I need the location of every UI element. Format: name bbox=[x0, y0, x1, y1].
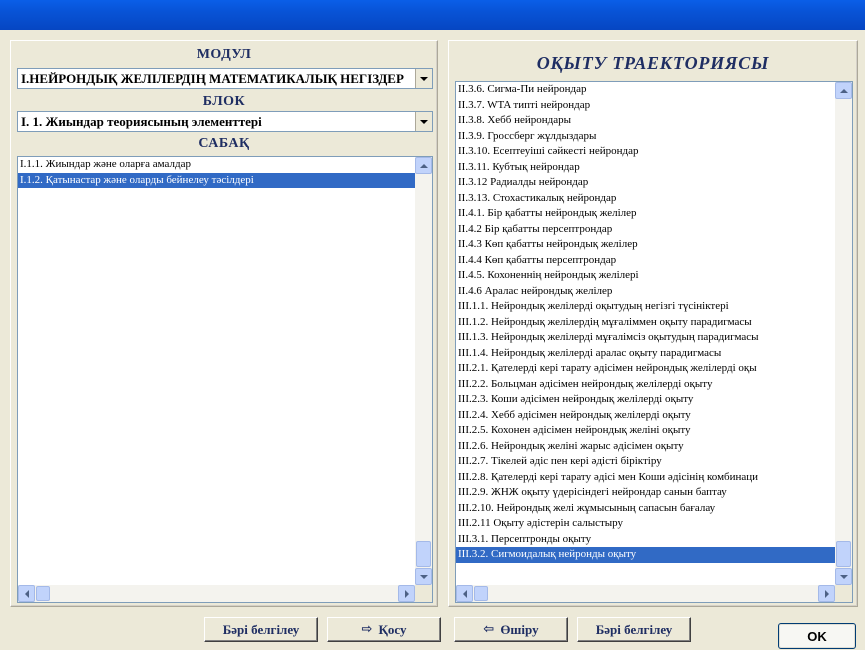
list-item-selected[interactable]: III.3.2. Сигмоидалық нейронды оқыту bbox=[456, 547, 835, 563]
remove-button[interactable]: ⇦ Өшіру bbox=[454, 617, 568, 642]
arrow-left-icon: ⇦ bbox=[483, 622, 495, 637]
list-item[interactable]: II.3.12 Радиалды нейрондар bbox=[456, 175, 835, 191]
scroll-left-button[interactable] bbox=[18, 585, 35, 602]
block-value: I. 1. Жиындар теориясының элементтері bbox=[21, 113, 262, 129]
list-item[interactable]: III.1.1. Нейрондық желілерді оқытудың не… bbox=[456, 299, 835, 315]
add-button[interactable]: ⇨ Қосу bbox=[327, 617, 441, 642]
list-item[interactable]: III.2.1. Қателерді кері тарату әдісімен … bbox=[456, 361, 835, 377]
list-item-selected[interactable]: I.1.2. Қатынастар және оларды бейнелеу т… bbox=[18, 172, 415, 188]
scroll-corner bbox=[415, 585, 432, 602]
list-item[interactable]: III.2.4. Хебб әдісімен нейрондық желілер… bbox=[456, 408, 835, 424]
trajectory-items: II.3.6. Сигма-Пи нейрондар II.3.7. WTA т… bbox=[456, 82, 835, 585]
list-item[interactable]: III.1.2. Нейрондық желілердің мұғаліммен… bbox=[456, 315, 835, 331]
arrow-up-icon bbox=[419, 163, 428, 168]
right-panel: ОҚЫТУ ТРАЕКТОРИЯСЫ II.3.6. Сигма-Пи нейр… bbox=[448, 40, 858, 607]
remove-label: Өшіру bbox=[500, 621, 539, 637]
scroll-left-button[interactable] bbox=[456, 585, 473, 602]
list-item[interactable]: II.4.3 Көп қабатты нейрондық желілер bbox=[456, 237, 835, 253]
list-item[interactable]: III.2.8. Қателерді кері тарату әдісі мен… bbox=[456, 470, 835, 486]
list-item[interactable]: II.3.6. Сигма-Пи нейрондар bbox=[456, 82, 835, 98]
list-item[interactable]: II.4.2 Бір қабатты персептрондар bbox=[456, 222, 835, 238]
list-item[interactable]: II.3.13. Стохастикалық нейрондар bbox=[456, 191, 835, 207]
list-item[interactable]: II.3.7. WTA типті нейрондар bbox=[456, 98, 835, 114]
left-panel: МОДУЛ I.НЕЙРОНДЫҚ ЖЕЛІЛЕРДІҢ МАТЕМАТИКАЛ… bbox=[10, 40, 438, 607]
list-item[interactable]: II.3.11. Кубтық нейрондар bbox=[456, 160, 835, 176]
arrow-up-icon bbox=[839, 88, 848, 93]
title-bar bbox=[0, 0, 865, 30]
horizontal-scrollbar[interactable] bbox=[18, 585, 415, 602]
scroll-thumb[interactable] bbox=[416, 541, 431, 567]
list-item[interactable]: III.2.2. Больцман әдісімен нейрондық жел… bbox=[456, 377, 835, 393]
list-item[interactable]: III.2.11 Оқыту әдістерін салыстыру bbox=[456, 516, 835, 532]
list-item[interactable]: III.1.3. Нейрондық желілерді мұғалімсіз … bbox=[456, 330, 835, 346]
module-value: I.НЕЙРОНДЫҚ ЖЕЛІЛЕРДІҢ МАТЕМАТИКАЛЫҚ НЕГ… bbox=[21, 70, 404, 86]
arrow-down-icon bbox=[839, 574, 848, 579]
lesson-items: I.1.1. Жиындар және оларға амалдар I.1.2… bbox=[18, 157, 415, 585]
arrow-right-icon bbox=[824, 589, 829, 598]
block-combobox[interactable]: I. 1. Жиындар теориясының элементтері bbox=[17, 111, 433, 132]
list-item[interactable]: III.2.10. Нейрондық желі жұмысының сапас… bbox=[456, 501, 835, 517]
arrow-right-icon bbox=[404, 589, 409, 598]
list-item[interactable]: III.1.4. Нейрондық желілерді аралас оқыт… bbox=[456, 346, 835, 362]
scroll-down-button[interactable] bbox=[415, 568, 432, 585]
list-item[interactable]: II.4.6 Аралас нейрондық желілер bbox=[456, 284, 835, 300]
list-item[interactable]: II.3.10. Есептеуіші сәйкесті нейрондар bbox=[456, 144, 835, 160]
scroll-thumb[interactable] bbox=[36, 586, 50, 601]
list-item[interactable]: III.2.7. Тікелей әдіс пен кері әдісті бі… bbox=[456, 454, 835, 470]
trajectory-title: ОҚЫТУ ТРАЕКТОРИЯСЫ bbox=[536, 53, 770, 73]
arrow-down-icon bbox=[419, 574, 428, 579]
select-all-right-button[interactable]: Бәрі белгілеу bbox=[577, 617, 691, 642]
lesson-list[interactable]: I.1.1. Жиындар және оларға амалдар I.1.2… bbox=[17, 156, 433, 603]
select-all-right-label: Бәрі белгілеу bbox=[595, 621, 673, 637]
block-label: БЛОК bbox=[202, 94, 246, 109]
list-item[interactable]: III.2.5. Кохонен әдісімен нейрондық желі… bbox=[456, 423, 835, 439]
list-item[interactable]: III.2.6. Нейрондық желіні жарыс әдісімен… bbox=[456, 439, 835, 455]
arrow-left-icon bbox=[462, 589, 467, 598]
scroll-up-button[interactable] bbox=[415, 157, 432, 174]
ok-label: OK bbox=[807, 628, 827, 644]
list-item[interactable]: II.4.5. Кохоненнің нейрондық желілері bbox=[456, 268, 835, 284]
list-item[interactable]: II.4.4 Көп қабатты персептрондар bbox=[456, 253, 835, 269]
select-all-left-button[interactable]: Бәрі белгілеу bbox=[204, 617, 318, 642]
arrow-right-icon: ⇨ bbox=[361, 622, 373, 637]
list-item[interactable]: II.3.9. Гроссберг жұлдыздары bbox=[456, 129, 835, 145]
chevron-down-icon[interactable] bbox=[415, 69, 432, 88]
scroll-right-button[interactable] bbox=[398, 585, 415, 602]
horizontal-scrollbar[interactable] bbox=[456, 585, 835, 602]
scroll-up-button[interactable] bbox=[835, 82, 852, 99]
trajectory-list[interactable]: II.3.6. Сигма-Пи нейрондар II.3.7. WTA т… bbox=[455, 81, 853, 603]
list-item[interactable]: III.2.3. Коши әдісімен нейрондық желілер… bbox=[456, 392, 835, 408]
lesson-label: САБАҚ bbox=[198, 136, 250, 151]
ok-button[interactable]: OK bbox=[778, 623, 856, 649]
list-item[interactable]: I.1.1. Жиындар және оларға амалдар bbox=[18, 157, 415, 173]
vertical-scrollbar[interactable] bbox=[835, 82, 852, 585]
list-item[interactable]: III.3.1. Персептронды оқыту bbox=[456, 532, 835, 548]
scroll-thumb[interactable] bbox=[836, 541, 851, 567]
list-item[interactable]: II.3.8. Хебб нейрондары bbox=[456, 113, 835, 129]
scroll-right-button[interactable] bbox=[818, 585, 835, 602]
list-item[interactable]: II.4.1. Бір қабатты нейрондық желілер bbox=[456, 206, 835, 222]
module-combobox[interactable]: I.НЕЙРОНДЫҚ ЖЕЛІЛЕРДІҢ МАТЕМАТИКАЛЫҚ НЕГ… bbox=[17, 68, 433, 89]
chevron-down-icon[interactable] bbox=[415, 112, 432, 131]
scroll-down-button[interactable] bbox=[835, 568, 852, 585]
select-all-left-label: Бәрі белгілеу bbox=[222, 621, 300, 637]
arrow-left-icon bbox=[24, 589, 29, 598]
module-label: МОДУЛ bbox=[196, 47, 252, 62]
add-label: Қосу bbox=[378, 621, 407, 637]
scroll-thumb[interactable] bbox=[474, 586, 488, 601]
list-item[interactable]: III.2.9. ЖНЖ оқыту үдерісіндегі нейронда… bbox=[456, 485, 835, 501]
vertical-scrollbar[interactable] bbox=[415, 157, 432, 585]
scroll-corner bbox=[835, 585, 852, 602]
